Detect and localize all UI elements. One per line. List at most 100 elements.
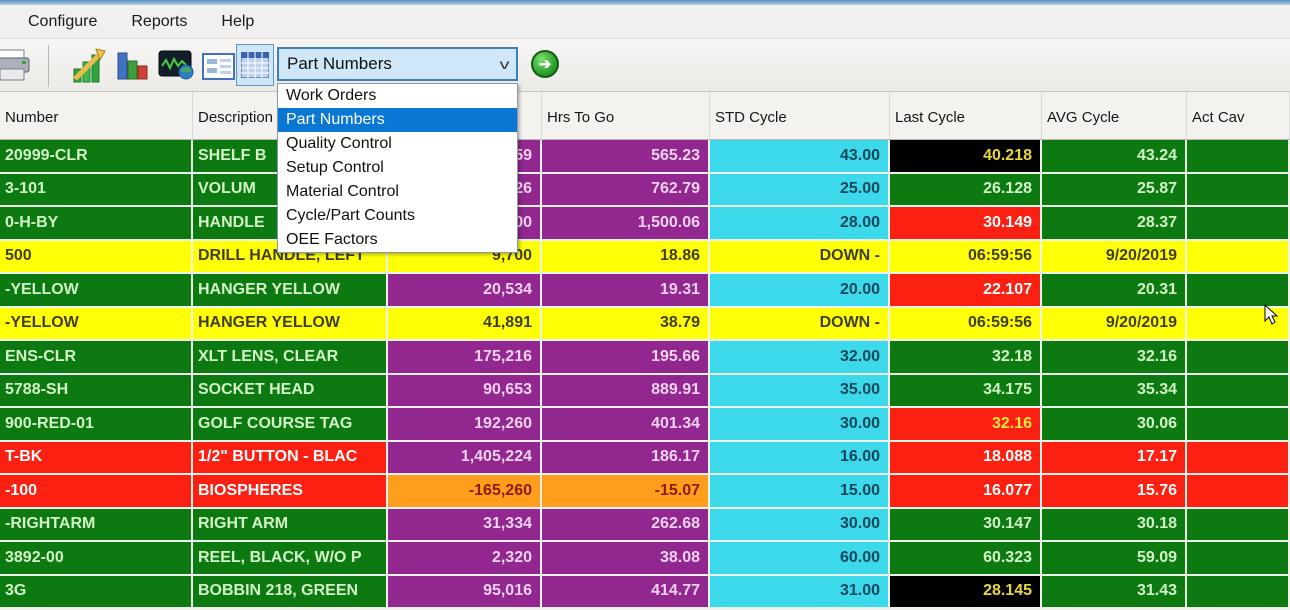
last-cycle-cell[interactable]: 30.147 [890, 509, 1042, 543]
act-cav-cell[interactable] [1187, 475, 1290, 509]
view-selector-combobox[interactable]: Part Numbers v [277, 47, 518, 81]
column-header-std-cycle[interactable]: STD Cycle [710, 92, 890, 139]
description-cell[interactable]: XLT LENS, CLEAR [193, 341, 388, 375]
std-cycle-cell[interactable]: 15.00 [710, 475, 890, 509]
number-cell[interactable]: 3-101 [0, 174, 193, 208]
description-cell[interactable]: GOLF COURSE TAG [193, 408, 388, 442]
last-cycle-cell[interactable]: 18.088 [890, 442, 1042, 476]
avg-cycle-cell[interactable]: 20.31 [1042, 274, 1187, 308]
hrs-to-go-cell[interactable]: 889.91 [542, 375, 710, 409]
dropdown-option[interactable]: Part Numbers [278, 108, 517, 132]
hrs-to-go-cell[interactable]: 1,500.06 [542, 207, 710, 241]
description-cell[interactable]: BOBBIN 218, GREEN [193, 576, 388, 610]
dropdown-option[interactable]: Work Orders [278, 84, 517, 108]
hrs-to-go-cell[interactable]: 195.66 [542, 341, 710, 375]
count-cell[interactable]: 1,405,224 [388, 442, 542, 476]
count-cell[interactable]: 95,016 [388, 576, 542, 610]
last-cycle-cell[interactable]: 32.16 [890, 408, 1042, 442]
act-cav-cell[interactable] [1187, 140, 1290, 174]
description-cell[interactable]: HANGER YELLOW [193, 274, 388, 308]
dropdown-option[interactable]: Material Control [278, 180, 517, 204]
count-cell[interactable]: 90,653 [388, 375, 542, 409]
avg-cycle-cell[interactable]: 25.87 [1042, 174, 1187, 208]
std-cycle-cell[interactable]: 32.00 [710, 341, 890, 375]
act-cav-cell[interactable] [1187, 207, 1290, 241]
act-cav-cell[interactable] [1187, 576, 1290, 610]
monitor-waveform-icon[interactable] [158, 50, 194, 85]
hrs-to-go-cell[interactable]: -15.07 [542, 475, 710, 509]
act-cav-cell[interactable] [1187, 241, 1290, 275]
hrs-to-go-cell[interactable]: 18.86 [542, 241, 710, 275]
number-cell[interactable]: 500 [0, 241, 193, 275]
act-cav-cell[interactable] [1187, 408, 1290, 442]
std-cycle-cell[interactable]: 30.00 [710, 509, 890, 543]
count-cell[interactable]: 41,891 [388, 308, 542, 342]
last-cycle-cell[interactable]: 06:59:56 [890, 241, 1042, 275]
std-cycle-cell[interactable]: 20.00 [710, 274, 890, 308]
act-cav-cell[interactable] [1187, 509, 1290, 543]
number-cell[interactable]: -YELLOW [0, 274, 193, 308]
avg-cycle-cell[interactable]: 15.76 [1042, 475, 1187, 509]
avg-cycle-cell[interactable]: 30.18 [1042, 509, 1187, 543]
description-cell[interactable]: REEL, BLACK, W/O P [193, 542, 388, 576]
std-cycle-cell[interactable]: DOWN - [710, 308, 890, 342]
number-cell[interactable]: 20999-CLR [0, 140, 193, 174]
hrs-to-go-cell[interactable]: 38.79 [542, 308, 710, 342]
description-cell[interactable]: RIGHT ARM [193, 509, 388, 543]
column-header-hrs-to-go[interactable]: Hrs To Go [542, 92, 710, 139]
count-cell[interactable]: -165,260 [388, 475, 542, 509]
count-cell[interactable]: 192,260 [388, 408, 542, 442]
hrs-to-go-cell[interactable]: 414.77 [542, 576, 710, 610]
std-cycle-cell[interactable]: 43.00 [710, 140, 890, 174]
count-cell[interactable]: 2,320 [388, 542, 542, 576]
dropdown-option[interactable]: Cycle/Part Counts [278, 204, 517, 228]
act-cav-cell[interactable] [1187, 341, 1290, 375]
count-cell[interactable]: 175,216 [388, 341, 542, 375]
avg-cycle-cell[interactable]: 28.37 [1042, 207, 1187, 241]
menu-configure[interactable]: Configure [28, 13, 97, 31]
std-cycle-cell[interactable]: 28.00 [710, 207, 890, 241]
std-cycle-cell[interactable]: 30.00 [710, 408, 890, 442]
number-cell[interactable]: -100 [0, 475, 193, 509]
number-cell[interactable]: T-BK [0, 442, 193, 476]
description-cell[interactable]: HANGER YELLOW [193, 308, 388, 342]
number-cell[interactable]: 0-H-BY [0, 207, 193, 241]
dropdown-option[interactable]: OEE Factors [278, 228, 517, 252]
act-cav-cell[interactable] [1187, 274, 1290, 308]
description-cell[interactable]: BIOSPHERES [193, 475, 388, 509]
avg-cycle-cell[interactable]: 43.24 [1042, 140, 1187, 174]
std-cycle-cell[interactable]: 16.00 [710, 442, 890, 476]
description-cell[interactable]: SOCKET HEAD [193, 375, 388, 409]
number-cell[interactable]: 5788-SH [0, 375, 193, 409]
go-button[interactable]: ➔ [531, 50, 559, 78]
hrs-to-go-cell[interactable]: 38.08 [542, 542, 710, 576]
column-header-act-cav[interactable]: Act Cav [1187, 92, 1290, 139]
std-cycle-cell[interactable]: 35.00 [710, 375, 890, 409]
last-cycle-cell[interactable]: 40.218 [890, 140, 1042, 174]
hrs-to-go-cell[interactable]: 565.23 [542, 140, 710, 174]
form-view-icon[interactable] [202, 53, 236, 86]
std-cycle-cell[interactable]: 60.00 [710, 542, 890, 576]
act-cav-cell[interactable] [1187, 542, 1290, 576]
hrs-to-go-cell[interactable]: 262.68 [542, 509, 710, 543]
avg-cycle-cell[interactable]: 59.09 [1042, 542, 1187, 576]
count-cell[interactable]: 31,334 [388, 509, 542, 543]
last-cycle-cell[interactable]: 60.323 [890, 542, 1042, 576]
column-header-avg-cycle[interactable]: AVG Cycle [1042, 92, 1187, 139]
act-cav-cell[interactable] [1187, 375, 1290, 409]
trend-chart-icon[interactable] [72, 47, 106, 90]
last-cycle-cell[interactable]: 16.077 [890, 475, 1042, 509]
last-cycle-cell[interactable]: 22.107 [890, 274, 1042, 308]
avg-cycle-cell[interactable]: 32.16 [1042, 341, 1187, 375]
menu-help[interactable]: Help [221, 13, 254, 31]
hrs-to-go-cell[interactable]: 762.79 [542, 174, 710, 208]
last-cycle-cell[interactable]: 26.128 [890, 174, 1042, 208]
number-cell[interactable]: 900-RED-01 [0, 408, 193, 442]
avg-cycle-cell[interactable]: 17.17 [1042, 442, 1187, 476]
number-cell[interactable]: ENS-CLR [0, 341, 193, 375]
last-cycle-cell[interactable]: 34.175 [890, 375, 1042, 409]
count-cell[interactable]: 20,534 [388, 274, 542, 308]
print-icon[interactable] [0, 49, 32, 88]
grid-view-icon[interactable] [236, 44, 274, 86]
hrs-to-go-cell[interactable]: 186.17 [542, 442, 710, 476]
